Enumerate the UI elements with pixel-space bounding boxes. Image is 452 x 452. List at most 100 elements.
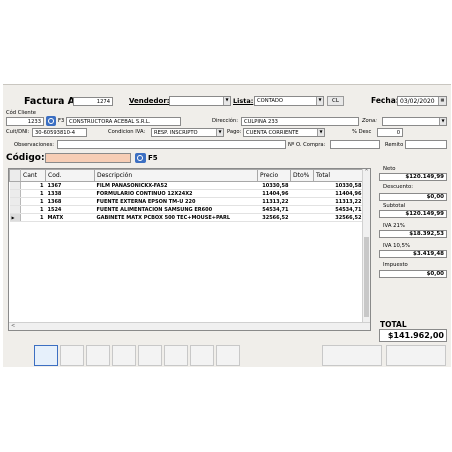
calendar-icon[interactable]: ▦: [438, 97, 446, 105]
scroll-up-icon[interactable]: ^: [363, 169, 370, 175]
toolbar-button-10[interactable]: [322, 345, 382, 366]
remito-field[interactable]: [405, 140, 447, 149]
vendedor-label: Vendedor:: [129, 97, 170, 105]
cell-cant[interactable]: 1: [20, 205, 46, 214]
cell-dto[interactable]: [290, 197, 314, 206]
codigo-input[interactable]: [45, 153, 131, 163]
col-dto[interactable]: Dto%: [290, 169, 314, 182]
remito-label: Remito: [385, 142, 404, 148]
col-precio[interactable]: Precio: [257, 169, 291, 182]
table-row[interactable]: 1 1524 FUENTE ALIMENTACION SAMSUNG ER600…: [9, 205, 364, 214]
cuit-field[interactable]: 30-60593810-4: [32, 128, 87, 137]
cell-desc[interactable]: FILM PANASONICKX-FA52: [94, 181, 258, 190]
condicion-iva-select[interactable]: RESP. INSCRIPTO ▼: [151, 128, 224, 137]
lista-label: Lista:: [233, 97, 254, 105]
toolbar-button-1[interactable]: [8, 345, 32, 366]
condicion-iva-label: Condicion IVA:: [108, 129, 146, 135]
cell-dto[interactable]: [290, 213, 314, 222]
neto-value: $120.149,99: [379, 173, 447, 181]
items-grid[interactable]: Cant Cod. Descripción Precio Dto% Total …: [8, 168, 371, 331]
iva21-value: $18.392,53: [379, 230, 447, 238]
cell-desc[interactable]: FUENTE ALIMENTACION SAMSUNG ER600: [94, 205, 258, 214]
col-cod[interactable]: Cod.: [45, 169, 95, 182]
row-indicator: [9, 205, 21, 214]
client-name-field[interactable]: CONSTRUCTORA ACEBAL S.R.L.: [66, 117, 181, 126]
toolbar-button-5[interactable]: [112, 345, 136, 366]
cell-cant[interactable]: 1: [20, 197, 46, 206]
cell-precio[interactable]: 11404,96: [257, 189, 291, 198]
cell-precio[interactable]: 10330,58: [257, 181, 291, 190]
combo-arrow-icon[interactable]: ▼: [223, 97, 230, 105]
cell-total[interactable]: 32566,52: [313, 213, 364, 222]
col-total[interactable]: Total: [313, 169, 364, 182]
cell-total[interactable]: 54534,71: [313, 205, 364, 214]
descuento-value[interactable]: $0,00: [379, 193, 447, 201]
cell-cod[interactable]: 1524: [45, 205, 95, 214]
zona-select[interactable]: ▼: [382, 117, 447, 126]
zona-label: Zona:: [362, 118, 377, 124]
toolbar-button-2[interactable]: [34, 345, 58, 366]
cell-desc[interactable]: FORMULARIO CONTINUO 12X24X2: [94, 189, 258, 198]
scroll-thumb[interactable]: [364, 237, 369, 317]
col-descripcion[interactable]: Descripción: [94, 169, 258, 182]
combo-arrow-icon[interactable]: ▼: [439, 118, 446, 125]
cl-button[interactable]: CL: [327, 96, 344, 106]
toolbar-button-4[interactable]: [86, 345, 110, 366]
direccion-field[interactable]: CULPINA 233: [241, 117, 359, 126]
cell-cant[interactable]: 1: [20, 181, 46, 190]
combo-arrow-icon[interactable]: ▼: [316, 97, 323, 105]
cell-total[interactable]: 11313,22: [313, 197, 364, 206]
pago-select[interactable]: CUENTA CORRIENTE ▼: [243, 128, 325, 137]
cell-dto[interactable]: [290, 189, 314, 198]
cod-cliente-field[interactable]: 1233: [6, 117, 44, 126]
scroll-left-icon[interactable]: <: [11, 323, 15, 329]
row-indicator-header: [9, 169, 21, 182]
combo-arrow-icon[interactable]: ▼: [216, 129, 223, 136]
total-value: $141.962,00: [379, 329, 447, 342]
observaciones-field[interactable]: [57, 140, 286, 149]
row-indicator-icon: ▶: [9, 213, 21, 222]
cell-cant[interactable]: 1: [20, 213, 46, 222]
vertical-scrollbar[interactable]: ^: [362, 169, 370, 324]
row-indicator: [9, 189, 21, 198]
table-row[interactable]: ▶ 1 MATX GABINETE MATX PCBOX 500 TEC+MOU…: [9, 213, 364, 222]
horizontal-scrollbar[interactable]: <: [9, 322, 370, 330]
cell-desc[interactable]: FUENTE EXTERNA EPSON TM-U 220: [94, 197, 258, 206]
cell-dto[interactable]: [290, 181, 314, 190]
fecha-label: Fecha:: [371, 96, 399, 105]
cell-precio[interactable]: 32566,52: [257, 213, 291, 222]
toolbar-button-8[interactable]: [190, 345, 214, 366]
cell-cod[interactable]: 1368: [45, 197, 95, 206]
vendedor-select[interactable]: ▼: [169, 96, 231, 106]
cell-cod[interactable]: 1338: [45, 189, 95, 198]
table-row[interactable]: 1 1367 FILM PANASONICKX-FA52 10330,58 10…: [9, 181, 364, 190]
combo-arrow-icon[interactable]: ▼: [317, 129, 324, 136]
cell-cod[interactable]: MATX: [45, 213, 95, 222]
subtotal-label: Subtotal: [383, 203, 406, 209]
cell-precio[interactable]: 11313,22: [257, 197, 291, 206]
invoice-number-field[interactable]: 1274: [73, 97, 113, 106]
toolbar-button-7[interactable]: [164, 345, 188, 366]
lista-select[interactable]: CONTADO ▼: [254, 96, 324, 106]
cell-cant[interactable]: 1: [20, 189, 46, 198]
cell-desc[interactable]: GABINETE MATX PCBOX 500 TEC+MOUSE+PARL: [94, 213, 258, 222]
cell-precio[interactable]: 54534,71: [257, 205, 291, 214]
toolbar-button-6[interactable]: [138, 345, 162, 366]
fecha-field[interactable]: 03/02/2020 ▦: [397, 96, 447, 106]
desc-field[interactable]: 0: [377, 128, 403, 137]
client-search-icon[interactable]: [46, 116, 56, 126]
toolbar-button-3[interactable]: [60, 345, 84, 366]
cell-dto[interactable]: [290, 205, 314, 214]
table-row[interactable]: 1 1368 FUENTE EXTERNA EPSON TM-U 220 113…: [9, 197, 364, 206]
orden-compra-field[interactable]: [330, 140, 380, 149]
iva21-label: IVA 21%: [383, 223, 405, 229]
cell-total[interactable]: 10330,58: [313, 181, 364, 190]
product-search-icon[interactable]: [135, 153, 146, 163]
cell-cod[interactable]: 1367: [45, 181, 95, 190]
col-cant[interactable]: Cant: [20, 169, 46, 182]
impuesto-value[interactable]: $0,00: [379, 270, 447, 278]
table-row[interactable]: 1 1338 FORMULARIO CONTINUO 12X24X2 11404…: [9, 189, 364, 198]
toolbar-button-9[interactable]: [216, 345, 240, 366]
toolbar-button-11[interactable]: [386, 345, 446, 366]
cell-total[interactable]: 11404,96: [313, 189, 364, 198]
